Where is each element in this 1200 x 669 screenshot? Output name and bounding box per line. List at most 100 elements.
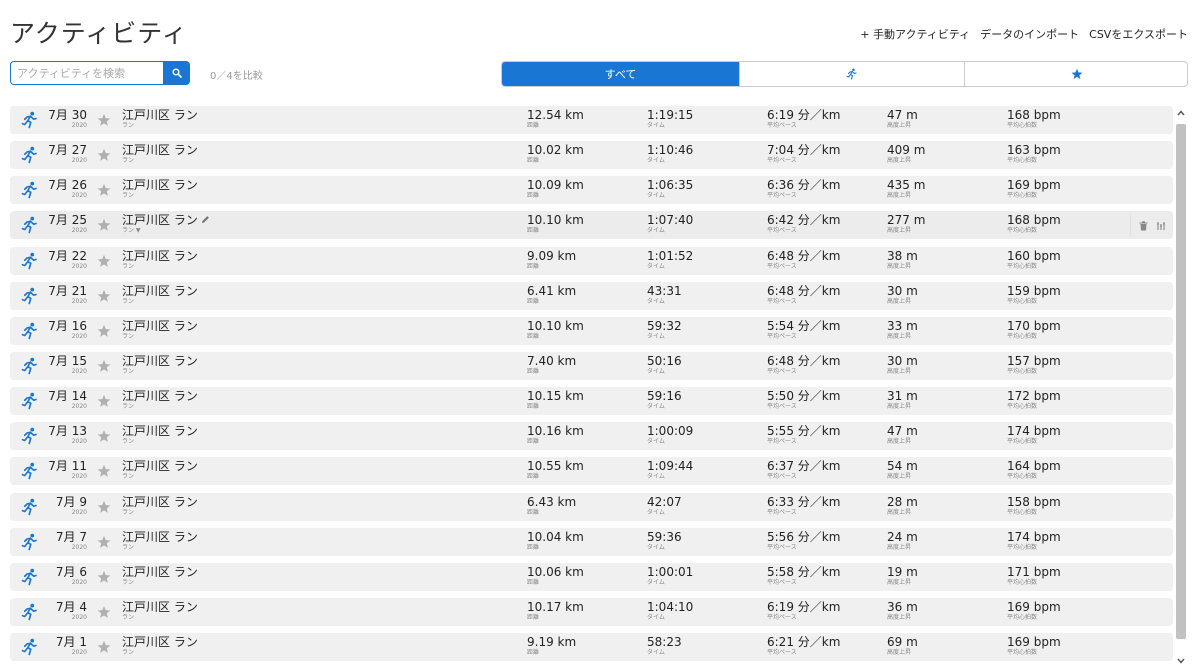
time-label: タイム [647, 543, 665, 551]
favorite-star-icon[interactable] [97, 147, 111, 161]
favorite-star-icon[interactable] [97, 534, 111, 548]
activity-name[interactable]: 江戸川区 ラン ラン [122, 143, 198, 165]
elevation-metric: 19 m 高度上昇 [887, 565, 918, 587]
activity-row[interactable]: 7月 1 2020 江戸川区 ラン ラン 9.19 km 距離 58:23 タイム 6:… [10, 633, 1173, 662]
compare-count: 0／4を比較 [210, 71, 263, 82]
distance-label: 距離 [527, 438, 540, 446]
name-text: 江戸川区 ラン [122, 424, 198, 439]
favorite-star-icon[interactable] [97, 639, 111, 653]
activity-date: 7月 6 2020 [45, 565, 87, 586]
activity-row[interactable]: 7月 16 2020 江戸川区 ラン ラン 10.10 km 距離 59:32 タイム … [10, 316, 1173, 345]
elevation-value: 31 m [887, 389, 918, 404]
running-icon [846, 68, 857, 80]
tab-favorites[interactable] [964, 62, 1187, 86]
date-text: 7月 16 [48, 318, 87, 333]
activity-row[interactable]: 7月 7 2020 江戸川区 ラン ラン 10.04 km 距離 59:36 タイム 5… [10, 527, 1173, 556]
search-input[interactable] [10, 61, 163, 85]
tab-all[interactable]: すべて [502, 62, 739, 86]
edit-name-button[interactable] [198, 213, 210, 227]
activity-name[interactable]: 江戸川区 ラン ラン [122, 249, 198, 271]
activity-name[interactable]: 江戸川区 ラン ラン ▼ [122, 213, 210, 235]
activity-row[interactable]: 7月 25 2020 江戸川区 ラン ラン ▼ 10.10 km 距離 1:07:40… [10, 211, 1173, 240]
elevation-value: 38 m [887, 248, 918, 263]
distance-value: 10.10 km [527, 318, 584, 333]
elevation-metric: 31 m 高度上昇 [887, 390, 918, 411]
heart-rate-metric: 169 bpm 平均心拍数 [1007, 636, 1061, 657]
activity-row[interactable]: 7月 21 2020 江戸川区 ラン ラン 6.41 km 距離 43:31 タイム 6… [10, 281, 1173, 310]
activity-row[interactable]: 7月 30 2020 江戸川区 ラン ラン 12.54 km 距離 1:19:15 タイ… [10, 106, 1173, 134]
activity-type: ラン [122, 192, 135, 200]
activity-row[interactable]: 7月 4 2020 江戸川区 ラン ラン 10.17 km 距離 1:04:10 タイム… [10, 597, 1173, 626]
heart-rate-metric: 174 bpm 平均心拍数 [1007, 529, 1061, 552]
scroll-up-button[interactable] [1174, 106, 1188, 120]
favorite-star-icon[interactable] [97, 499, 111, 513]
export-csv-link[interactable]: CSVをエクスポート [1089, 26, 1188, 42]
activity-name[interactable]: 江戸川区 ラン ラン [122, 635, 198, 657]
favorite-star-icon[interactable] [97, 253, 111, 267]
time-metric: 1:00:09 タイム [647, 425, 693, 446]
activity-name[interactable]: 江戸川区 ラン ラン [122, 530, 198, 552]
distance-label: 距離 [527, 578, 540, 586]
activity-row[interactable]: 7月 15 2020 江戸川区 ラン ラン 7.40 km 距離 50:16 タイム 6… [10, 351, 1173, 380]
activity-row[interactable]: 7月 26 2020 江戸川区 ラン ラン 10.09 km 距離 1:06:35 タイ… [10, 176, 1173, 205]
time-metric: 1:04:10 タイム [647, 600, 693, 622]
scrollbar[interactable] [1174, 106, 1188, 669]
elevation-metric: 69 m 高度上昇 [887, 636, 918, 657]
activity-name[interactable]: 江戸川区 ラン ラン [122, 319, 198, 341]
favorite-star-icon[interactable] [97, 393, 111, 407]
favorite-star-icon[interactable] [97, 604, 111, 618]
favorite-star-icon[interactable] [97, 323, 111, 337]
activity-name[interactable]: 江戸川区 ラン ラン [122, 565, 198, 587]
favorite-star-icon[interactable] [97, 182, 111, 197]
favorite-star-icon[interactable] [97, 569, 111, 583]
activity-name[interactable]: 江戸川区 ラン ラン [122, 459, 198, 481]
heart-rate-value: 174 bpm [1007, 529, 1061, 544]
scroll-thumb[interactable] [1176, 124, 1186, 639]
date-text: 7月 15 [48, 353, 87, 368]
tab-running[interactable] [739, 62, 964, 86]
activity-name[interactable]: 江戸川区 ラン ラン [122, 600, 198, 622]
heart-rate-label: 平均心拍数 [1007, 227, 1038, 235]
activity-name[interactable]: 江戸川区 ラン ラン [122, 354, 198, 376]
activity-name[interactable]: 江戸川区 ラン ラン [122, 495, 198, 517]
favorite-star-icon[interactable] [97, 358, 111, 372]
favorite-star-icon[interactable] [97, 428, 111, 443]
search-button[interactable] [163, 61, 190, 85]
activity-name[interactable]: 江戸川区 ラン ラン [122, 178, 198, 200]
elevation-label: 高度上昇 [887, 157, 912, 165]
favorite-star-icon[interactable] [97, 217, 111, 232]
favorite-star-icon[interactable] [97, 288, 111, 302]
elevation-value: 33 m [887, 318, 918, 333]
activity-row[interactable]: 7月 6 2020 江戸川区 ラン ラン 10.06 km 距離 1:00:01 タイム… [10, 562, 1173, 591]
activity-date: 7月 14 2020 [45, 389, 87, 410]
activity-name[interactable]: 江戸川区 ラン ラン [122, 424, 198, 446]
distance-value: 6.41 km [527, 283, 577, 298]
activity-name[interactable]: 江戸川区 ラン ラン [122, 284, 198, 306]
favorite-star-icon[interactable] [97, 112, 111, 126]
activity-row[interactable]: 7月 22 2020 江戸川区 ラン ラン 9.09 km 距離 1:01:52 タイム… [10, 246, 1173, 275]
distance-label: 距離 [527, 332, 540, 340]
name-text: 江戸川区 ラン [122, 389, 198, 404]
time-label: タイム [647, 297, 665, 305]
activity-row[interactable]: 7月 11 2020 江戸川区 ラン ラン 10.55 km 距離 1:09:44 タイ… [10, 457, 1173, 486]
scroll-down-button[interactable] [1174, 654, 1188, 668]
activity-row[interactable]: 7月 14 2020 江戸川区 ラン ラン 10.15 km 距離 59:16 タイム … [10, 387, 1173, 416]
manual-activity-link[interactable]: + 手動アクティビティ [860, 26, 970, 42]
running-icon [21, 462, 39, 480]
filter-tabs: すべて [501, 61, 1188, 87]
favorite-star-icon[interactable] [97, 463, 111, 478]
activity-type: ラン ▼ [122, 227, 141, 235]
import-data-link[interactable]: データのインポート [980, 26, 1079, 42]
activity-name[interactable]: 江戸川区 ラン ラン [122, 389, 198, 411]
time-label: タイム [647, 403, 665, 411]
search-icon [171, 68, 182, 78]
split-button[interactable] [1156, 216, 1166, 235]
activity-row[interactable]: 7月 27 2020 江戸川区 ラン ラン 10.02 km 距離 1:10:46 タイ… [10, 141, 1173, 170]
delete-button[interactable] [1139, 216, 1148, 235]
pace-value: 6:42 分／km [767, 213, 841, 228]
heart-rate-value: 160 bpm [1007, 248, 1061, 263]
heart-rate-metric: 160 bpm 平均心拍数 [1007, 248, 1061, 271]
activity-row[interactable]: 7月 13 2020 江戸川区 ラン ラン 10.16 km 距離 1:00:09 タイ… [10, 422, 1173, 451]
activity-name[interactable]: 江戸川区 ラン ラン [122, 108, 198, 130]
activity-row[interactable]: 7月 9 2020 江戸川区 ラン ラン 6.43 km 距離 42:07 タイム 6:… [10, 492, 1173, 521]
